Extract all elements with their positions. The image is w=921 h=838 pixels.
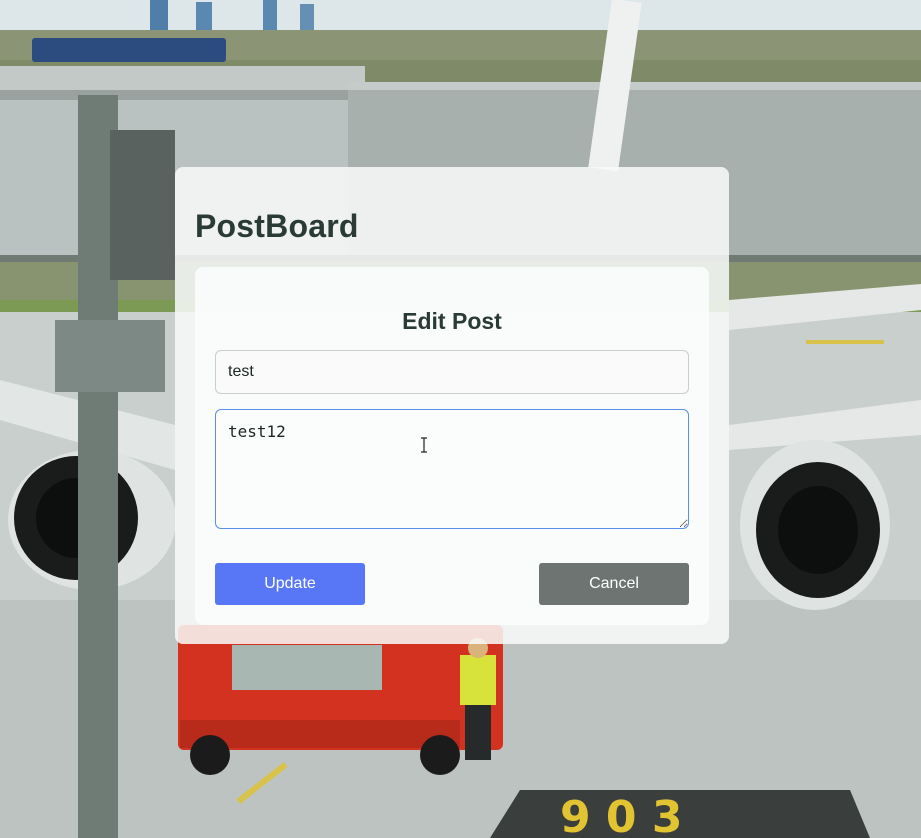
svg-text:9 0 3: 9 0 3 [560, 792, 682, 838]
edit-post-panel: Edit Post test12 Update Cancel [195, 267, 709, 625]
i-beam-cursor-icon [421, 437, 427, 453]
post-content-textarea[interactable]: test12 [215, 409, 689, 529]
update-button[interactable]: Update [215, 563, 365, 605]
app-card: PostBoard Edit Post test12 Update Cancel [175, 167, 729, 644]
cancel-button[interactable]: Cancel [539, 563, 689, 605]
edit-post-heading: Edit Post [402, 308, 502, 334]
post-title-input[interactable] [215, 350, 689, 394]
brand-title: PostBoard [195, 208, 359, 244]
